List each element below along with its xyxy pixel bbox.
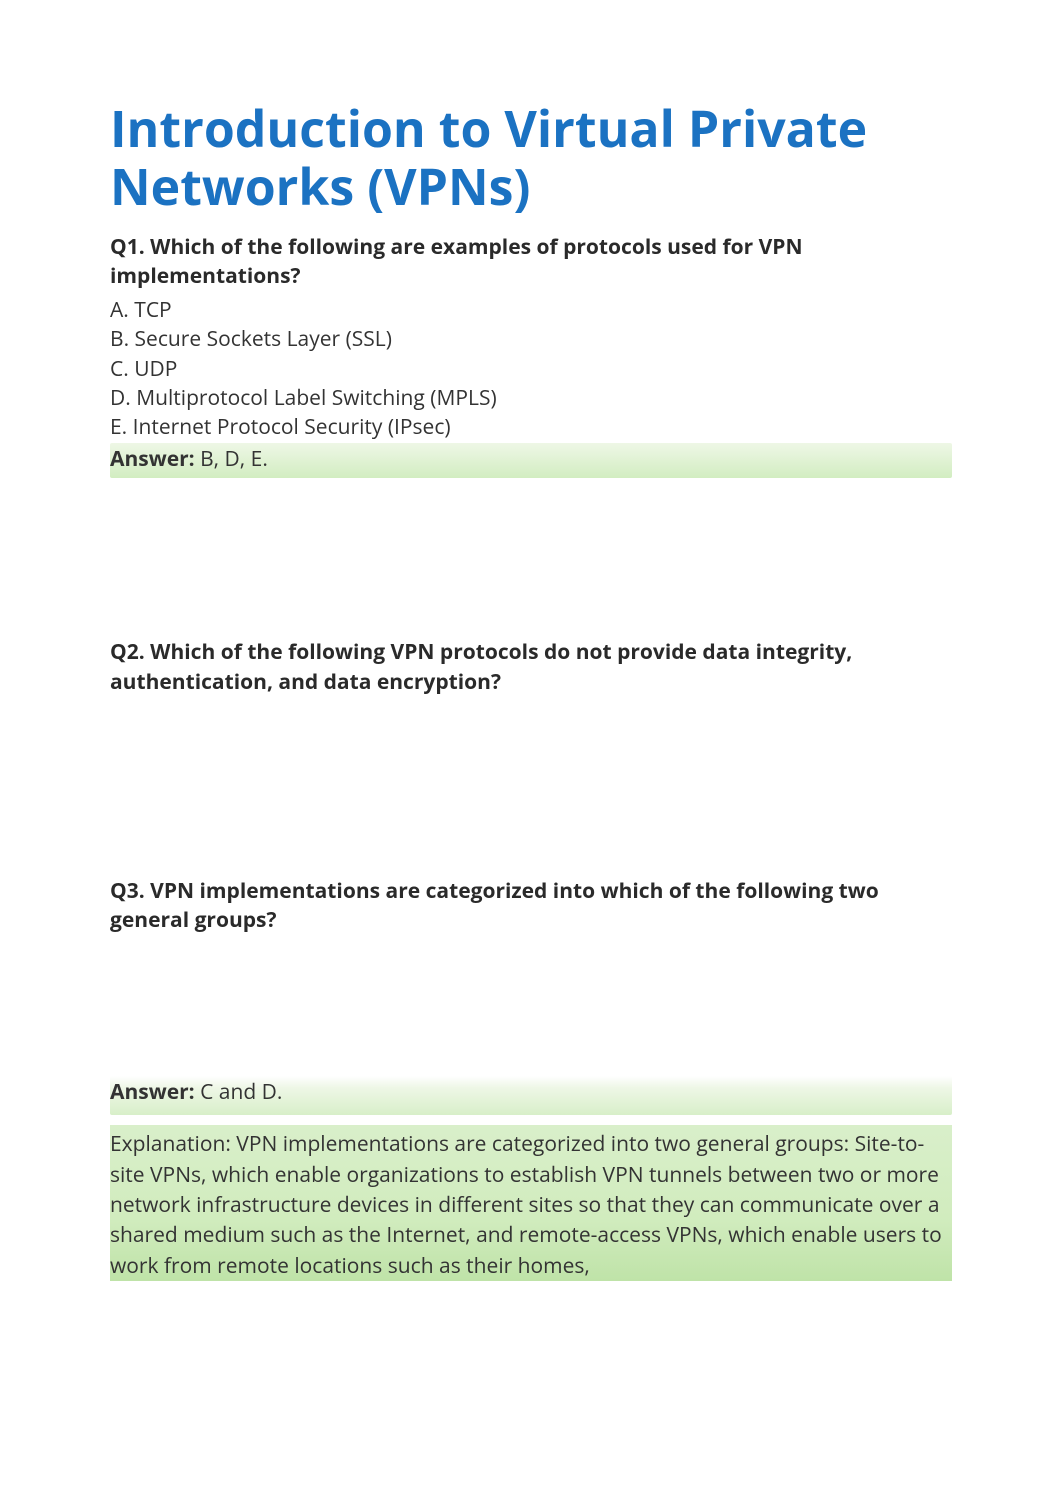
q3-prompt: Q3. VPN implementations are categorized … [110, 877, 952, 936]
q1-answer-value: B, D, E. [200, 445, 268, 473]
q3-answer-value: C and D. [200, 1078, 282, 1106]
q1-answer-label: Answer: [110, 445, 200, 473]
q1-prompt: Q1. Which of the following are examples … [110, 233, 952, 292]
q1-answer: Answer: B, D, E. [110, 443, 952, 478]
q3-explanation: Explanation: VPN implementations are cat… [110, 1125, 952, 1281]
q3-answer-block: Answer: C and D. Explanation: VPN implem… [110, 1076, 952, 1282]
q3-answer-label: Answer: [110, 1078, 200, 1106]
question-1: Q1. Which of the following are examples … [110, 233, 952, 478]
q1-option-d: D. Multiprotocol Label Switching (MPLS) [110, 384, 952, 413]
q1-option-e: E. Internet Protocol Security (IPsec) [110, 413, 952, 442]
q1-option-b: B. Secure Sockets Layer (SSL) [110, 325, 952, 354]
q1-option-c: C. UDP [110, 355, 952, 384]
question-2: Q2. Which of the following VPN protocols… [110, 638, 952, 697]
question-3: Q3. VPN implementations are categorized … [110, 877, 952, 936]
page-title: Introduction to Virtual Private Networks… [110, 100, 952, 215]
q3-answer: Answer: C and D. [110, 1076, 952, 1115]
q1-option-a: A. TCP [110, 296, 952, 325]
q2-prompt: Q2. Which of the following VPN protocols… [110, 638, 952, 697]
